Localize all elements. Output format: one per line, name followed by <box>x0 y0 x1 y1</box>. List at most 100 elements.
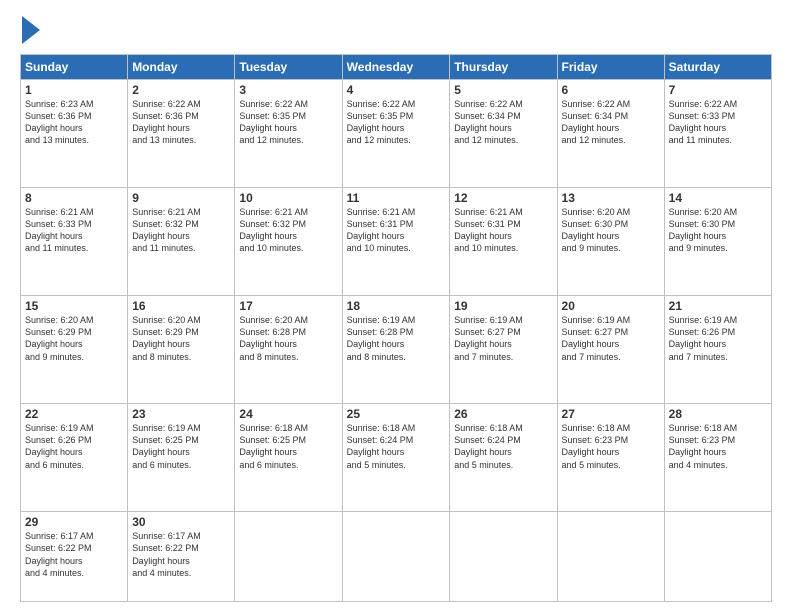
cell-info: Sunrise: 6:23 AMSunset: 6:36 PMDaylight … <box>25 99 94 145</box>
day-number: 15 <box>25 299 123 313</box>
calendar-cell <box>450 512 557 602</box>
day-number: 2 <box>132 83 230 97</box>
day-number: 19 <box>454 299 552 313</box>
calendar-week-row: 1 Sunrise: 6:23 AMSunset: 6:36 PMDaylight… <box>21 80 772 188</box>
calendar-cell: 24 Sunrise: 6:18 AMSunset: 6:25 PMDayligh… <box>235 404 342 512</box>
day-number: 12 <box>454 191 552 205</box>
calendar-week-row: 8 Sunrise: 6:21 AMSunset: 6:33 PMDaylight… <box>21 188 772 296</box>
day-number: 3 <box>239 83 337 97</box>
cell-info: Sunrise: 6:18 AMSunset: 6:25 PMDaylight … <box>239 423 308 469</box>
calendar-cell: 22 Sunrise: 6:19 AMSunset: 6:26 PMDayligh… <box>21 404 128 512</box>
cell-info: Sunrise: 6:19 AMSunset: 6:27 PMDaylight … <box>454 315 523 361</box>
calendar-cell <box>342 512 450 602</box>
cell-info: Sunrise: 6:21 AMSunset: 6:31 PMDaylight … <box>454 207 523 253</box>
day-number: 29 <box>25 515 123 529</box>
day-number: 25 <box>347 407 446 421</box>
cell-info: Sunrise: 6:20 AMSunset: 6:29 PMDaylight … <box>25 315 94 361</box>
day-number: 14 <box>669 191 767 205</box>
calendar-header-row: SundayMondayTuesdayWednesdayThursdayFrid… <box>21 55 772 80</box>
calendar-week-row: 29 Sunrise: 6:17 AMSunset: 6:22 PMDayligh… <box>21 512 772 602</box>
cell-info: Sunrise: 6:19 AMSunset: 6:26 PMDaylight … <box>25 423 94 469</box>
day-header-sunday: Sunday <box>21 55 128 80</box>
cell-info: Sunrise: 6:19 AMSunset: 6:28 PMDaylight … <box>347 315 416 361</box>
calendar-cell: 18 Sunrise: 6:19 AMSunset: 6:28 PMDayligh… <box>342 296 450 404</box>
calendar-cell: 8 Sunrise: 6:21 AMSunset: 6:33 PMDaylight… <box>21 188 128 296</box>
cell-info: Sunrise: 6:20 AMSunset: 6:28 PMDaylight … <box>239 315 308 361</box>
cell-info: Sunrise: 6:18 AMSunset: 6:24 PMDaylight … <box>347 423 416 469</box>
day-header-monday: Monday <box>128 55 235 80</box>
cell-info: Sunrise: 6:21 AMSunset: 6:32 PMDaylight … <box>239 207 308 253</box>
day-number: 8 <box>25 191 123 205</box>
cell-info: Sunrise: 6:22 AMSunset: 6:34 PMDaylight … <box>562 99 631 145</box>
day-header-thursday: Thursday <box>450 55 557 80</box>
day-number: 6 <box>562 83 660 97</box>
calendar-cell: 14 Sunrise: 6:20 AMSunset: 6:30 PMDayligh… <box>664 188 771 296</box>
day-number: 17 <box>239 299 337 313</box>
calendar-cell: 30Sunrise: 6:17 AMSunset: 6:22 PMDayligh… <box>128 512 235 602</box>
calendar-cell: 26Sunrise: 6:18 AMSunset: 6:24 PMDayligh… <box>450 404 557 512</box>
day-number: 13 <box>562 191 660 205</box>
day-number: 20 <box>562 299 660 313</box>
calendar-cell: 21 Sunrise: 6:19 AMSunset: 6:26 PMDayligh… <box>664 296 771 404</box>
day-number: 27 <box>562 407 660 421</box>
calendar-cell: 15 Sunrise: 6:20 AMSunset: 6:29 PMDayligh… <box>21 296 128 404</box>
day-number: 4 <box>347 83 446 97</box>
cell-info: Sunrise: 6:21 AMSunset: 6:31 PMDaylight … <box>347 207 416 253</box>
day-number: 28 <box>669 407 767 421</box>
cell-info: Sunrise: 6:22 AMSunset: 6:33 PMDaylight … <box>669 99 738 145</box>
calendar-cell: 1 Sunrise: 6:23 AMSunset: 6:36 PMDaylight… <box>21 80 128 188</box>
calendar-table: SundayMondayTuesdayWednesdayThursdayFrid… <box>20 54 772 602</box>
calendar-cell: 10 Sunrise: 6:21 AMSunset: 6:32 PMDayligh… <box>235 188 342 296</box>
cell-info: Sunrise: 6:19 AMSunset: 6:25 PMDaylight … <box>132 423 201 469</box>
calendar-cell: 4 Sunrise: 6:22 AMSunset: 6:35 PMDaylight… <box>342 80 450 188</box>
calendar-cell: 27 Sunrise: 6:18 AMSunset: 6:23 PMDayligh… <box>557 404 664 512</box>
day-number: 23 <box>132 407 230 421</box>
day-header-friday: Friday <box>557 55 664 80</box>
cell-info: Sunrise: 6:19 AMSunset: 6:26 PMDaylight … <box>669 315 738 361</box>
day-number: 11 <box>347 191 446 205</box>
day-header-saturday: Saturday <box>664 55 771 80</box>
calendar-cell: 11 Sunrise: 6:21 AMSunset: 6:31 PMDayligh… <box>342 188 450 296</box>
cell-info: Sunrise: 6:18 AMSunset: 6:23 PMDaylight … <box>562 423 631 469</box>
calendar-cell: 6 Sunrise: 6:22 AMSunset: 6:34 PMDaylight… <box>557 80 664 188</box>
calendar-week-row: 15 Sunrise: 6:20 AMSunset: 6:29 PMDayligh… <box>21 296 772 404</box>
day-number: 26 <box>454 407 552 421</box>
calendar-cell: 23 Sunrise: 6:19 AMSunset: 6:25 PMDayligh… <box>128 404 235 512</box>
cell-info: Sunrise: 6:19 AMSunset: 6:27 PMDaylight … <box>562 315 631 361</box>
calendar-cell <box>235 512 342 602</box>
logo <box>20 16 40 44</box>
cell-info: Sunrise: 6:22 AMSunset: 6:35 PMDaylight … <box>239 99 308 145</box>
day-number: 1 <box>25 83 123 97</box>
day-header-wednesday: Wednesday <box>342 55 450 80</box>
calendar-cell <box>664 512 771 602</box>
cell-info: Sunrise: 6:21 AMSunset: 6:32 PMDaylight … <box>132 207 201 253</box>
cell-info: Sunrise: 6:20 AMSunset: 6:30 PMDaylight … <box>669 207 738 253</box>
calendar-cell: 16Sunrise: 6:20 AMSunset: 6:29 PMDayligh… <box>128 296 235 404</box>
calendar-cell: 25 Sunrise: 6:18 AMSunset: 6:24 PMDayligh… <box>342 404 450 512</box>
cell-info: Sunrise: 6:22 AMSunset: 6:34 PMDaylight … <box>454 99 523 145</box>
cell-info: Sunrise: 6:20 AMSunset: 6:30 PMDaylight … <box>562 207 631 253</box>
calendar-cell <box>557 512 664 602</box>
logo-triangle-icon <box>22 16 40 44</box>
calendar-cell: 5Sunrise: 6:22 AMSunset: 6:34 PMDaylight… <box>450 80 557 188</box>
day-number: 10 <box>239 191 337 205</box>
day-number: 22 <box>25 407 123 421</box>
calendar-cell: 3 Sunrise: 6:22 AMSunset: 6:35 PMDaylight… <box>235 80 342 188</box>
calendar-cell: 13 Sunrise: 6:20 AMSunset: 6:30 PMDayligh… <box>557 188 664 296</box>
cell-info: Sunrise: 6:17 AMSunset: 6:22 PMDaylight … <box>132 531 201 577</box>
calendar-cell: 7Sunrise: 6:22 AMSunset: 6:33 PMDaylight… <box>664 80 771 188</box>
cell-info: Sunrise: 6:17 AMSunset: 6:22 PMDaylight … <box>25 531 94 577</box>
calendar-cell: 19 Sunrise: 6:19 AMSunset: 6:27 PMDayligh… <box>450 296 557 404</box>
calendar-cell: 12 Sunrise: 6:21 AMSunset: 6:31 PMDayligh… <box>450 188 557 296</box>
calendar-cell: 17 Sunrise: 6:20 AMSunset: 6:28 PMDayligh… <box>235 296 342 404</box>
day-number: 18 <box>347 299 446 313</box>
cell-info: Sunrise: 6:22 AMSunset: 6:35 PMDaylight … <box>347 99 416 145</box>
day-number: 24 <box>239 407 337 421</box>
page-header <box>20 16 772 44</box>
cell-info: Sunrise: 6:22 AMSunset: 6:36 PMDaylight … <box>132 99 201 145</box>
cell-info: Sunrise: 6:21 AMSunset: 6:33 PMDaylight … <box>25 207 94 253</box>
day-number: 21 <box>669 299 767 313</box>
calendar-week-row: 22 Sunrise: 6:19 AMSunset: 6:26 PMDayligh… <box>21 404 772 512</box>
cell-info: Sunrise: 6:18 AMSunset: 6:23 PMDaylight … <box>669 423 738 469</box>
day-number: 9 <box>132 191 230 205</box>
